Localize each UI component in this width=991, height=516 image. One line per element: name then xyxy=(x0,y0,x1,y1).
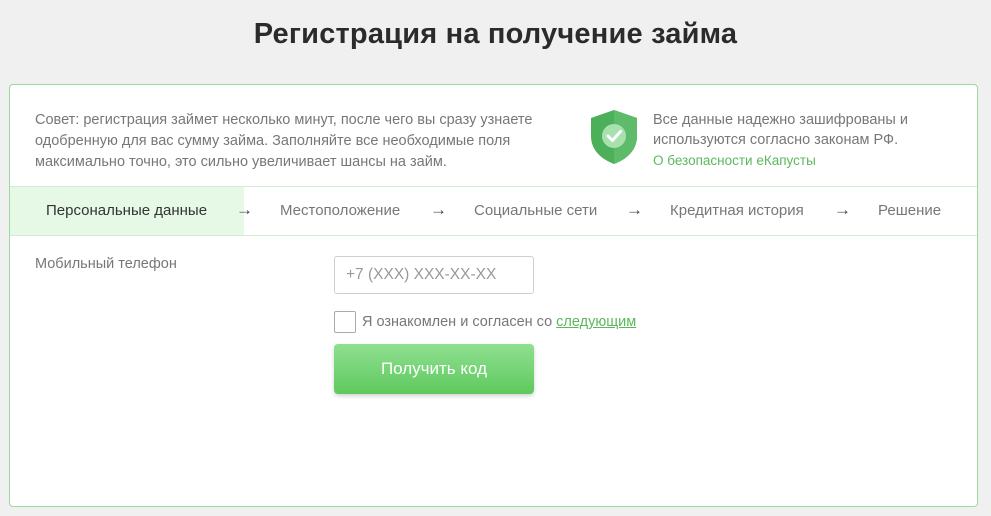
step-arrow-icon: → xyxy=(834,200,851,219)
security-info: Все данные надежно зашифрованы и использ… xyxy=(653,110,953,171)
step-personal-data: Персональные данные xyxy=(46,202,208,219)
step-arrow-icon: → xyxy=(236,200,253,219)
step-arrow-icon: → xyxy=(430,200,447,219)
phone-input[interactable] xyxy=(334,256,534,294)
security-text: Все данные надежно зашифрованы и использ… xyxy=(653,112,908,148)
step-credit-history: Кредитная история xyxy=(670,202,804,219)
security-link[interactable]: О безопасности еКапусты xyxy=(653,151,953,171)
agreement-text: Я ознакомлен и согласен со xyxy=(362,314,553,330)
step-social-networks: Социальные сети xyxy=(474,202,598,219)
get-code-button[interactable]: Получить код xyxy=(334,344,534,394)
step-arrow-icon: → xyxy=(626,200,643,219)
registration-steps: Персональные данные → Местоположение → С… xyxy=(10,186,977,236)
agreement-checkbox[interactable] xyxy=(334,311,356,333)
registration-card: Совет: регистрация займет несколько мину… xyxy=(9,84,978,507)
agreement-row: Я ознакомлен и согласен со следующим xyxy=(334,311,636,333)
step-location: Местоположение xyxy=(280,202,401,219)
agreement-link[interactable]: следующим xyxy=(556,314,636,330)
shield-check-icon xyxy=(589,109,639,165)
registration-tip: Совет: регистрация займет несколько мину… xyxy=(35,112,533,170)
step-decision: Решение xyxy=(878,202,942,219)
phone-label: Мобильный телефон xyxy=(35,256,177,272)
page-title: Регистрация на получение займа xyxy=(253,18,738,50)
